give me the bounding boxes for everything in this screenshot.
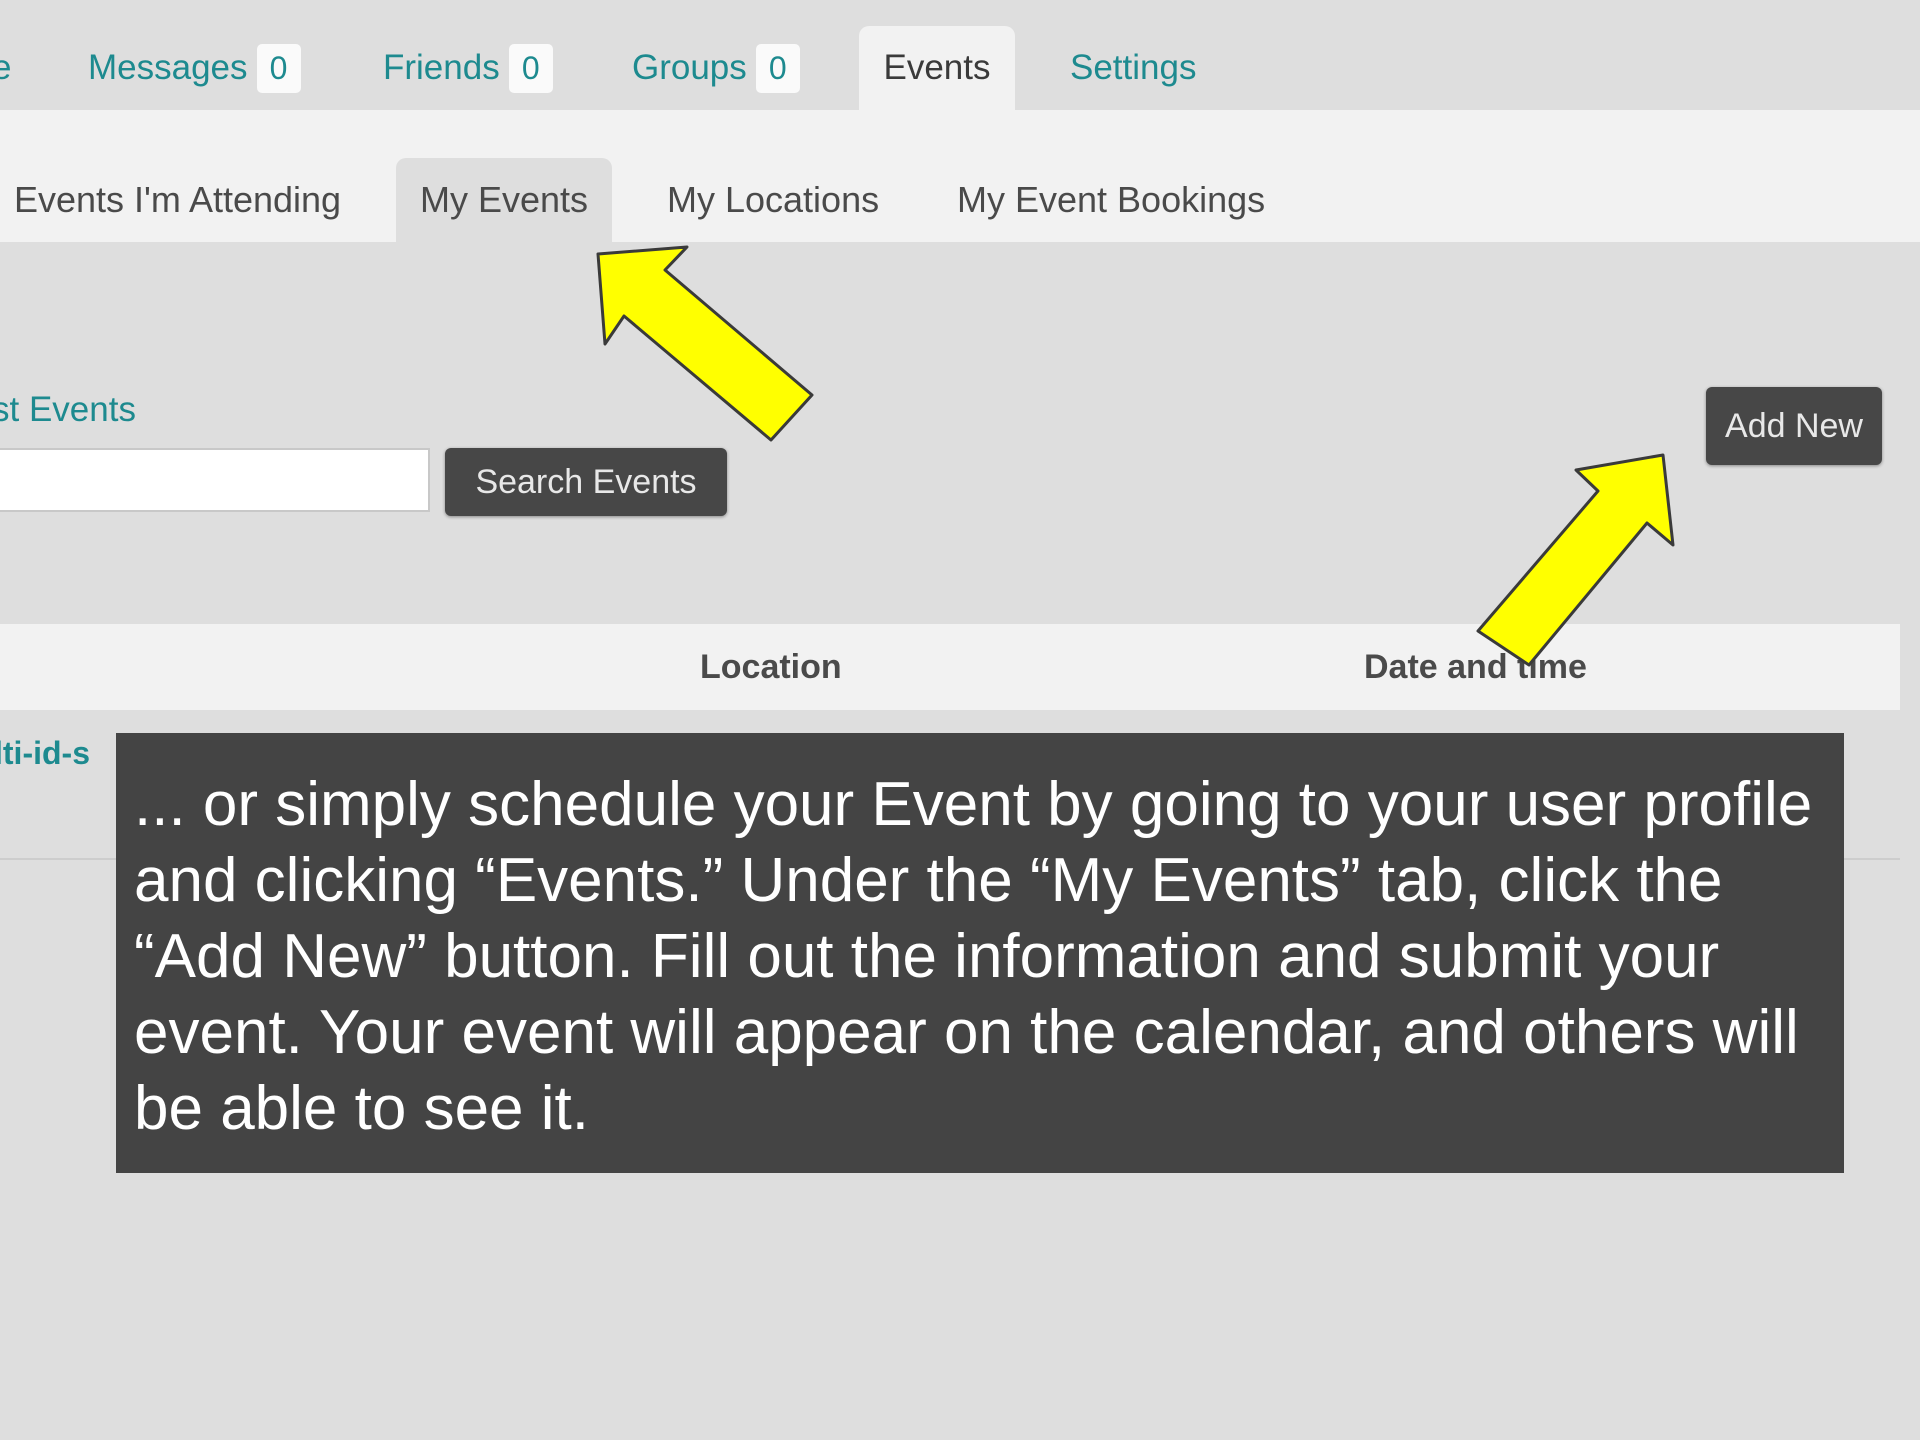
location-column-header: Location [700,648,842,686]
primary-tab-bar: e Messages 0 Friends 0 Groups 0 Events S… [0,0,1920,110]
search-events-button[interactable]: Search Events [445,448,727,516]
tab-events-attending-label: Events I'm Attending [14,179,342,220]
tab-events[interactable]: Events [859,26,1015,110]
tab-settings[interactable]: Settings [1070,26,1196,110]
tab-groups-label: Groups [632,48,747,87]
tab-messages[interactable]: Messages 0 [88,26,301,110]
add-new-button-label: Add New [1725,406,1863,445]
events-table-header: Location Date and time [0,624,1900,710]
tab-my-locations-label: My Locations [667,179,880,220]
tab-my-event-bookings-label: My Event Bookings [957,179,1266,220]
groups-count-badge: 0 [755,43,800,93]
tab-friends-label: Friends [383,48,500,87]
date-time-column-header: Date and time [1364,648,1587,686]
tab-settings-label: Settings [1070,48,1197,87]
tab-messages-label: Messages [88,48,248,87]
search-events-button-label: Search Events [475,462,697,501]
instruction-callout: ... or simply schedule your Event by goi… [116,733,1844,1173]
tab-my-event-bookings[interactable]: My Event Bookings [957,158,1265,242]
tab-events-label: Events [883,48,991,87]
tab-groups[interactable]: Groups 0 [632,26,800,110]
events-section-link[interactable]: st Events [0,390,136,430]
search-input[interactable] [0,448,430,512]
tab-my-events[interactable]: My Events [396,158,612,242]
tab-my-events-label: My Events [419,179,589,220]
tab-profile-partial[interactable]: e [0,26,11,110]
tab-profile-partial-label: e [0,48,12,87]
secondary-tab-bar: Events I'm Attending My Events My Locati… [0,110,1920,242]
add-new-button[interactable]: Add New [1706,387,1882,465]
event-row-link[interactable]: lti-id-s [0,735,90,772]
tab-friends[interactable]: Friends 0 [383,26,553,110]
tab-my-locations[interactable]: My Locations [667,158,879,242]
instruction-callout-text: ... or simply schedule your Event by goi… [134,770,1813,1143]
friends-count-badge: 0 [508,43,553,93]
arrow-to-my-events-icon [596,245,814,442]
tab-events-attending[interactable]: Events I'm Attending [14,158,341,242]
messages-count-badge: 0 [256,43,301,93]
